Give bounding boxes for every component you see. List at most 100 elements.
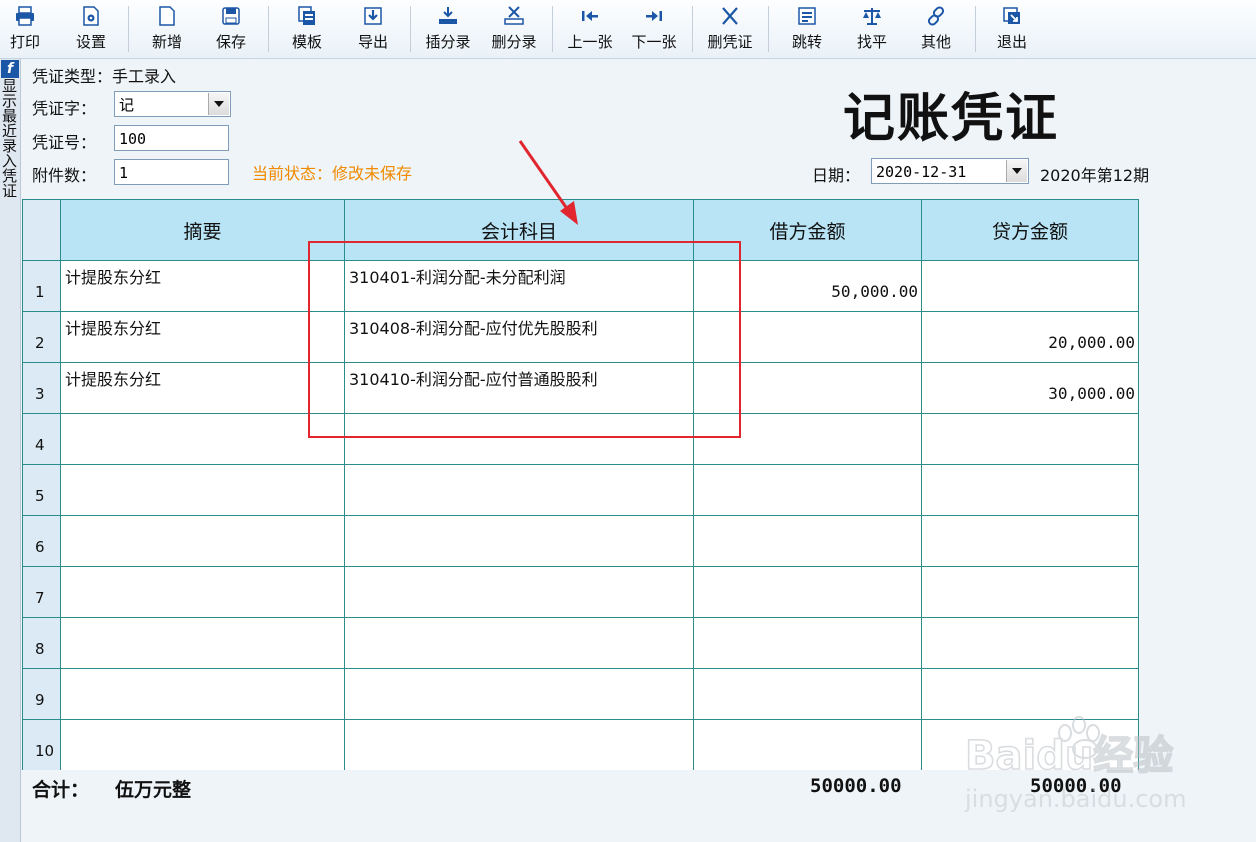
summary-cell[interactable]	[60, 464, 345, 516]
summary-cell[interactable]	[60, 617, 345, 669]
voucher-word-label: 凭证字：	[32, 99, 97, 118]
account-cell[interactable]	[344, 668, 694, 720]
credit-cell[interactable]	[921, 566, 1139, 618]
account-cell[interactable]: 310408-利润分配-应付优先股股利	[344, 311, 694, 363]
summary-cell[interactable]: 计提股东分红	[60, 362, 345, 414]
row-number-header	[22, 199, 61, 261]
credit-cell[interactable]	[921, 515, 1139, 567]
summary-cell[interactable]: 计提股东分红	[60, 260, 345, 312]
debit-cell[interactable]	[693, 566, 922, 618]
new-button[interactable]: 新增	[146, 2, 188, 56]
balance-label: 找平	[856, 33, 887, 51]
credit-cell[interactable]: 30,000.00	[921, 362, 1139, 414]
delete-entry-button[interactable]: 删分录	[486, 2, 542, 56]
account-cell[interactable]	[344, 566, 694, 618]
summary-cell[interactable]	[60, 668, 345, 720]
debit-cell[interactable]	[693, 617, 922, 669]
date-picker[interactable]: 2020-12-31	[871, 158, 1029, 184]
prev-label: 上一张	[567, 33, 613, 51]
debit-cell[interactable]	[693, 413, 922, 465]
attachments-field[interactable]: 1	[114, 159, 229, 185]
debit-total: 50000.00	[810, 775, 902, 797]
account-cell[interactable]	[344, 515, 694, 567]
delete-voucher-label: 删凭证	[707, 33, 753, 51]
voucher-no-field[interactable]: 100	[114, 125, 229, 151]
debit-cell[interactable]	[693, 668, 922, 720]
row-number: 9	[22, 668, 61, 720]
summary-cell[interactable]	[60, 413, 345, 465]
export-button[interactable]: 导出	[352, 2, 394, 56]
annotation-arrow-icon	[518, 140, 578, 225]
summary-cell[interactable]	[60, 566, 345, 618]
save-label: 保存	[215, 33, 246, 51]
settings-icon	[80, 5, 102, 27]
settings-button[interactable]: 设置	[70, 2, 112, 56]
table-row: 3 计提股东分红 310410-利润分配-应付普通股股利 30,000.00	[22, 362, 1139, 414]
row-number: 7	[22, 566, 61, 618]
function-badge-icon: f	[1, 60, 19, 78]
recent-vouchers-sidebar[interactable]: f 显示最近录入凭证	[0, 59, 21, 842]
exit-icon	[1001, 5, 1023, 27]
exit-label: 退出	[996, 33, 1027, 51]
table-row: 8	[22, 617, 1139, 669]
settings-label: 设置	[75, 33, 106, 51]
balance-icon	[861, 5, 883, 27]
export-icon	[362, 5, 384, 27]
credit-cell[interactable]	[921, 464, 1139, 516]
chevron-down-icon[interactable]	[208, 93, 229, 115]
credit-cell[interactable]: 20,000.00	[921, 311, 1139, 363]
voucher-word-select[interactable]: 记	[114, 91, 231, 117]
table-row: 6	[22, 515, 1139, 567]
row-number: 5	[22, 464, 61, 516]
row-number: 10	[22, 719, 61, 771]
account-cell[interactable]	[344, 413, 694, 465]
row-number: 8	[22, 617, 61, 669]
account-cell[interactable]	[344, 719, 694, 771]
template-button[interactable]: 模板	[286, 2, 328, 56]
jump-button[interactable]: 跳转	[786, 2, 828, 56]
credit-cell[interactable]	[921, 617, 1139, 669]
toolbar-divider	[128, 6, 129, 52]
print-button[interactable]: 打印	[4, 2, 46, 56]
delete-row-icon	[503, 5, 525, 27]
summary-cell[interactable]	[60, 719, 345, 771]
exit-button[interactable]: 退出	[991, 2, 1033, 56]
insert-entry-button[interactable]: 插分录	[420, 2, 476, 56]
next-button[interactable]: 下一张	[626, 2, 682, 56]
insert-row-icon	[437, 5, 459, 27]
toolbar-divider	[975, 6, 976, 52]
watermark-url: jingyan.baidu.com	[964, 785, 1186, 813]
account-cell[interactable]	[344, 464, 694, 516]
debit-cell[interactable]	[693, 515, 922, 567]
credit-cell[interactable]	[921, 260, 1139, 312]
chevron-down-icon[interactable]	[1006, 160, 1027, 182]
prev-button[interactable]: 上一张	[562, 2, 618, 56]
account-cell[interactable]	[344, 617, 694, 669]
delete-voucher-button[interactable]: 删凭证	[702, 2, 758, 56]
table-row: 4	[22, 413, 1139, 465]
toolbar-divider	[692, 6, 693, 52]
debit-cell[interactable]	[693, 362, 922, 414]
voucher-no-label: 凭证号：	[32, 133, 97, 152]
debit-cell[interactable]: 50,000.00	[693, 260, 922, 312]
debit-cell[interactable]	[693, 464, 922, 516]
save-button[interactable]: 保存	[210, 2, 252, 56]
toolbar-divider	[552, 6, 553, 52]
summary-cell[interactable]	[60, 515, 345, 567]
print-label: 打印	[9, 33, 40, 51]
account-cell[interactable]: 310401-利润分配-未分配利润	[344, 260, 694, 312]
template-icon	[296, 5, 318, 27]
status-text: 当前状态：修改未保存	[252, 164, 413, 183]
watermark-brand: Baidu经验	[965, 733, 1173, 779]
summary-cell[interactable]: 计提股东分红	[60, 311, 345, 363]
period-text: 2020年第12期	[1040, 166, 1150, 185]
credit-cell[interactable]	[921, 413, 1139, 465]
debit-cell[interactable]	[693, 311, 922, 363]
prev-icon	[579, 5, 601, 27]
toolbar-divider	[268, 6, 269, 52]
balance-button[interactable]: 找平	[851, 2, 893, 56]
other-button[interactable]: 其他	[915, 2, 957, 56]
account-cell[interactable]: 310410-利润分配-应付普通股股利	[344, 362, 694, 414]
debit-cell[interactable]	[693, 719, 922, 771]
amount-in-words: 伍万元整	[115, 779, 192, 801]
